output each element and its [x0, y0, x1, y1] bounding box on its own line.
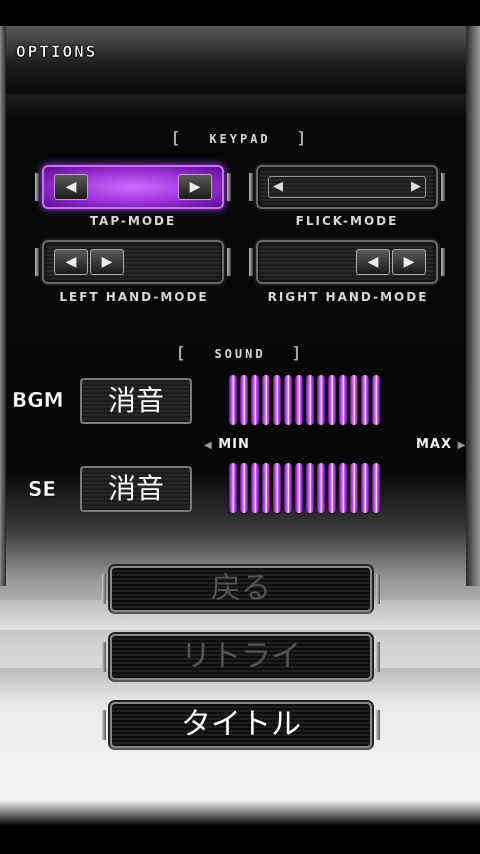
right-arrow-icon: ▶ [411, 179, 421, 194]
back-button[interactable]: 戻る [102, 566, 380, 612]
keypad-section-label: KEYPAD [209, 132, 271, 146]
bgm-level-bar[interactable] [284, 375, 292, 425]
se-level-bar[interactable] [295, 463, 303, 513]
bracket-open: [ [170, 128, 184, 147]
right-hand-mode-label: RIGHT HAND-MODE [267, 290, 429, 304]
flick-track: ◀ ▶ [268, 176, 426, 198]
bracket-close: ] [291, 343, 305, 362]
bgm-level-bar[interactable] [262, 375, 270, 425]
max-label: MAX [416, 437, 453, 452]
min-triangle-icon: ◀ [204, 440, 213, 451]
options-screen: OPTIONS [ KEYPAD] ◀ ▶ TAP-MODE ◀ ▶ FLICK-… [0, 0, 480, 854]
left-arrow-icon: ◀ [54, 249, 88, 275]
left-arrow-icon: ◀ [54, 174, 88, 200]
bgm-level-bar[interactable] [240, 375, 248, 425]
max-triangle-icon: ▶ [457, 440, 467, 451]
right-arrow-icon: ▶ [90, 249, 124, 275]
se-level-bar[interactable] [284, 463, 292, 513]
min-indicator: ◀ MIN [204, 437, 250, 452]
bgm-level-bar[interactable] [295, 375, 303, 425]
sound-section-label: SOUND [214, 347, 266, 361]
left-hand-mode-button[interactable]: ◀ ▶ [35, 240, 231, 284]
max-indicator: MAX ▶ [416, 437, 466, 452]
se-level-bar[interactable] [372, 463, 380, 513]
left-arrow-icon: ◀ [356, 249, 390, 275]
bgm-level-bar[interactable] [317, 375, 325, 425]
right-frame [466, 26, 480, 586]
right-arrow-icon: ▶ [392, 249, 426, 275]
bgm-level-bar[interactable] [328, 375, 336, 425]
se-mute-button[interactable]: 消音 [80, 466, 192, 512]
bracket-open: [ [175, 343, 189, 362]
se-level-bar[interactable] [240, 463, 248, 513]
bgm-volume-slider[interactable] [229, 375, 380, 425]
bgm-label: BGM [12, 388, 64, 413]
title-button[interactable]: タイトル [102, 702, 380, 748]
bgm-level-bar[interactable] [306, 375, 314, 425]
keypad-section-header: [ KEYPAD] [0, 128, 480, 147]
bgm-level-bar[interactable] [251, 375, 259, 425]
bgm-level-bar[interactable] [339, 375, 347, 425]
bgm-level-bar[interactable] [273, 375, 281, 425]
flick-mode-label: FLICK-MODE [295, 214, 399, 228]
tap-mode-label: TAP-MODE [89, 214, 177, 228]
se-level-bar[interactable] [251, 463, 259, 513]
se-label: SE [28, 477, 57, 502]
left-hand-mode-label: LEFT HAND-MODE [59, 290, 209, 304]
se-level-bar[interactable] [361, 463, 369, 513]
se-level-bar[interactable] [306, 463, 314, 513]
se-level-bar[interactable] [262, 463, 270, 513]
retry-button[interactable]: リトライ [102, 634, 380, 680]
se-volume-slider[interactable] [229, 463, 380, 513]
left-arrow-icon: ◀ [273, 179, 283, 194]
se-level-bar[interactable] [273, 463, 281, 513]
min-label: MIN [218, 437, 250, 452]
bgm-level-bar[interactable] [350, 375, 358, 425]
se-level-bar[interactable] [350, 463, 358, 513]
sound-section-header: [ SOUND] [0, 343, 480, 362]
bgm-mute-button[interactable]: 消音 [80, 378, 192, 424]
se-level-bar[interactable] [339, 463, 347, 513]
bgm-level-bar[interactable] [229, 375, 237, 425]
page-title: OPTIONS [16, 42, 98, 62]
bgm-level-bar[interactable] [361, 375, 369, 425]
tap-mode-button[interactable]: ◀ ▶ [35, 165, 231, 209]
left-frame [0, 26, 6, 586]
se-level-bar[interactable] [229, 463, 237, 513]
se-level-bar[interactable] [328, 463, 336, 513]
flick-mode-button[interactable]: ◀ ▶ [249, 165, 445, 209]
bracket-close: ] [296, 128, 310, 147]
se-level-bar[interactable] [317, 463, 325, 513]
bgm-level-bar[interactable] [372, 375, 380, 425]
right-hand-mode-button[interactable]: ◀ ▶ [249, 240, 445, 284]
right-arrow-icon: ▶ [178, 174, 212, 200]
